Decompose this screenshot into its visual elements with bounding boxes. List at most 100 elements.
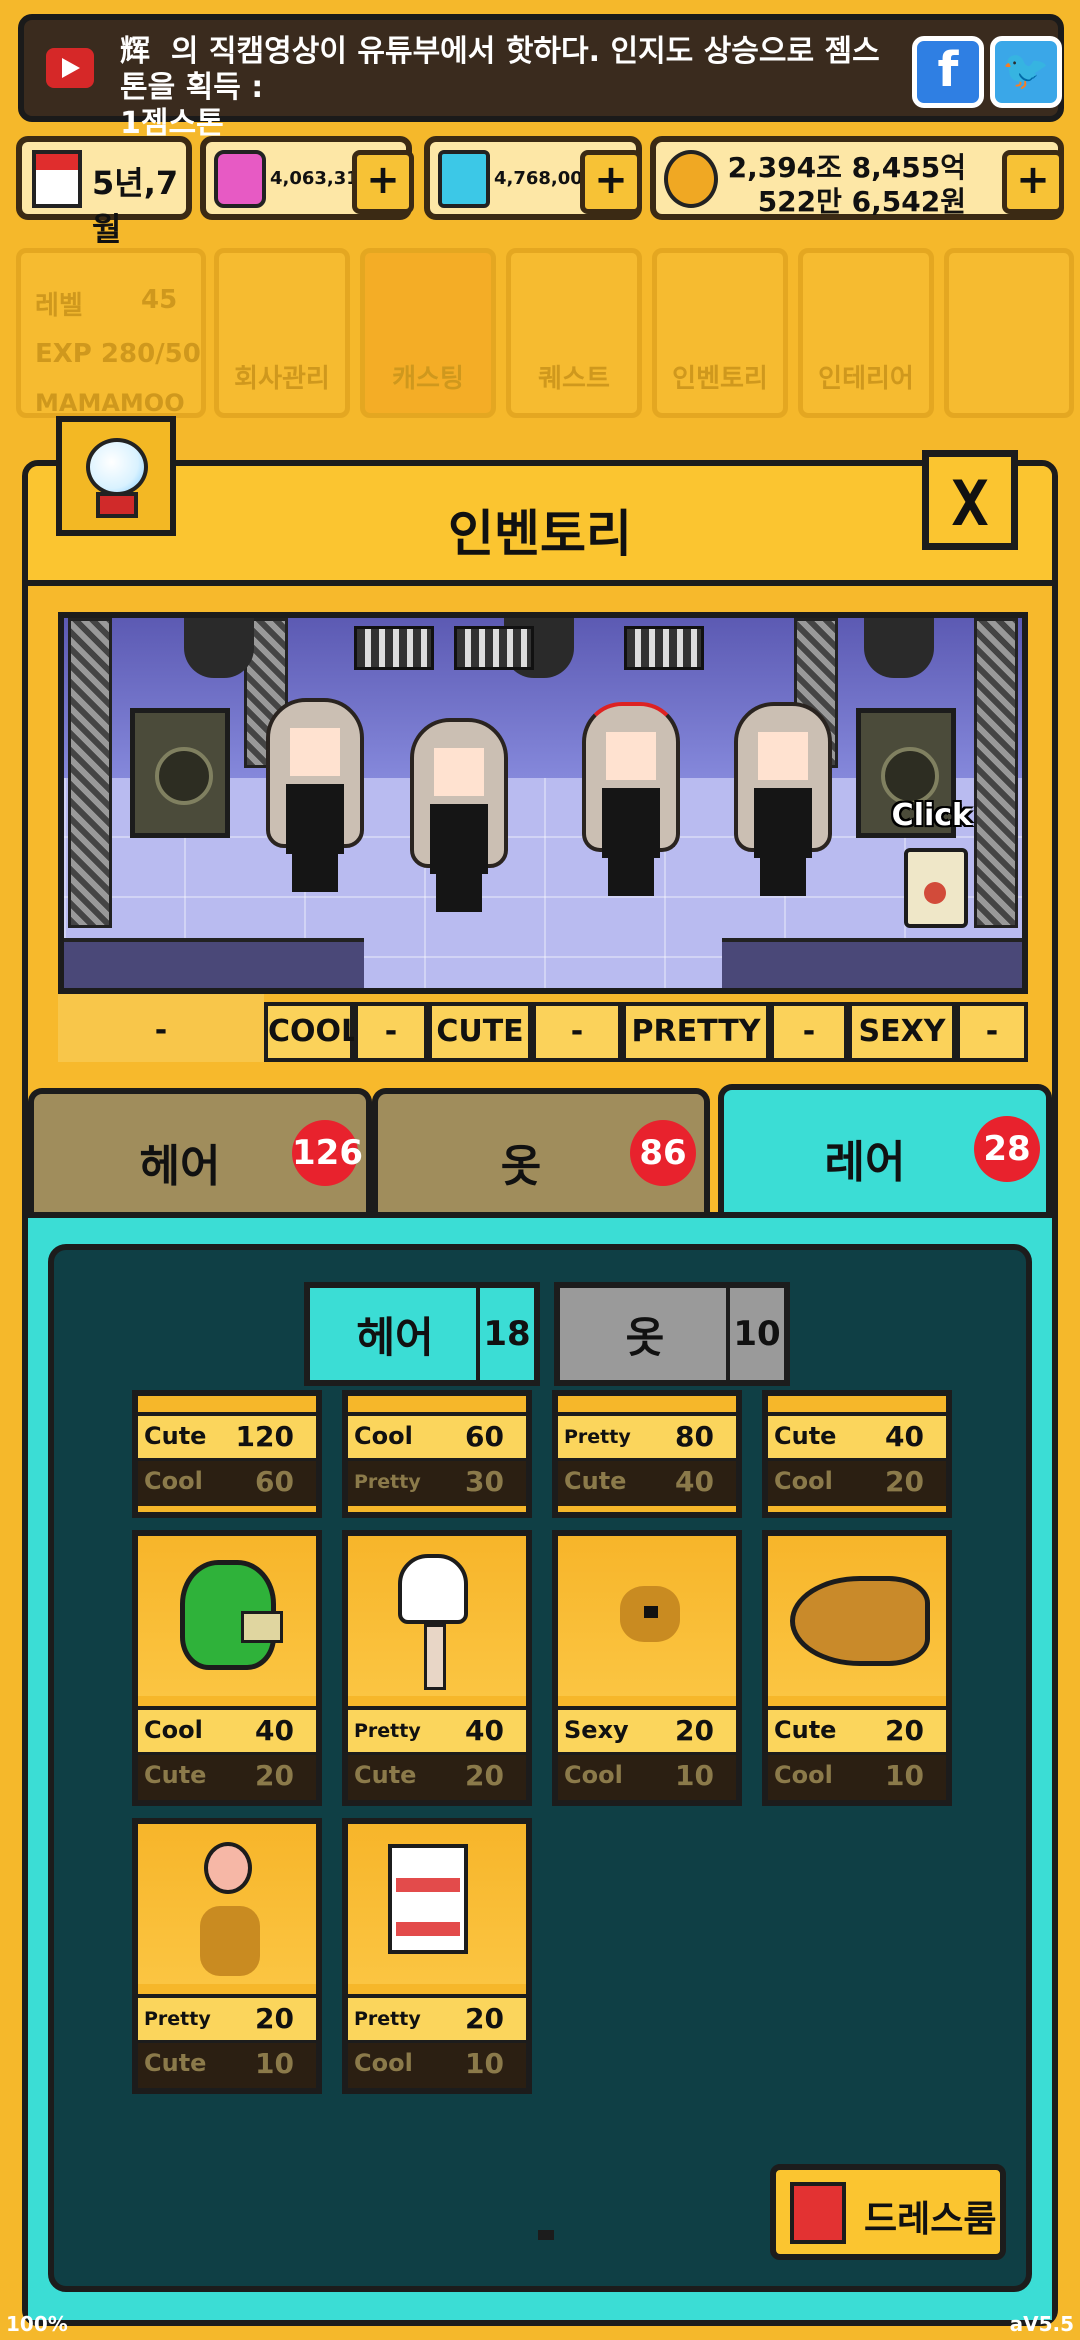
menu-inventory: 인벤토리 <box>652 248 788 418</box>
menu-quest-label: 퀘스트 <box>538 364 610 394</box>
menu-interior-label: 인테리어 <box>818 364 914 394</box>
stat-value: 40 <box>675 1465 714 1498</box>
stat-value: 40 <box>885 1420 924 1453</box>
news-line-1: 의 직캠영상이 유튜부에서 핫하다. 인지도 상승으로 젬스톤을 획득 : <box>120 34 880 105</box>
item-art <box>768 1536 946 1696</box>
primary-stat: Cute 20 <box>768 1706 946 1752</box>
add-blue-gem-button[interactable]: + <box>580 150 642 214</box>
stat-value: 20 <box>885 1465 924 1498</box>
item-card[interactable]: Cute 20 Cool 10 <box>762 1530 952 1806</box>
stat-name: Pretty <box>354 2008 421 2030</box>
item-card[interactable]: Pretty 20 Cool 10 <box>342 1818 532 2094</box>
light-panel-icon <box>354 626 434 670</box>
twitter-button[interactable]: 🐦 <box>990 36 1062 108</box>
stat-value: 40 <box>255 1714 294 1747</box>
item-card[interactable]: Cute 40 Cool 20 <box>762 1390 952 1518</box>
subtab-hair[interactable]: 헤어 18 <box>304 1282 540 1386</box>
stat-value: 20 <box>675 1714 714 1747</box>
primary-stat: Cool 40 <box>138 1706 316 1752</box>
primary-stat: Pretty 20 <box>138 1994 316 2040</box>
stat-name: Pretty <box>144 2008 211 2030</box>
news-badge-char: 辉 <box>120 34 150 69</box>
click-bag-icon[interactable] <box>904 848 968 928</box>
add-pink-gem-button[interactable]: + <box>352 150 414 214</box>
version-label: aV5.5 <box>1009 2312 1074 2336</box>
stat-value: 60 <box>255 1465 294 1498</box>
stat-value: 120 <box>235 1420 294 1453</box>
item-card[interactable]: Cute 120 Cool 60 <box>132 1390 322 1518</box>
stat-name: Cute <box>144 2049 207 2077</box>
menu-interior: 인테리어 <box>798 248 934 418</box>
stat-sexy-label: SEXY <box>848 1002 956 1062</box>
click-label: Click <box>891 798 972 833</box>
subtab-clothes[interactable]: 옷 10 <box>554 1282 790 1386</box>
item-card[interactable]: Sexy 20 Cool 10 <box>552 1530 742 1806</box>
stat-name: Cute <box>774 1422 837 1450</box>
dressroom-button[interactable]: 드레스룸 <box>770 2164 1006 2260</box>
stat-name: Cute <box>144 1761 207 1789</box>
close-icon: X <box>951 467 989 540</box>
member-1-sprite <box>260 698 370 898</box>
left-truss-icon <box>68 618 112 928</box>
date-display: 5년,7월 <box>16 136 192 248</box>
stat-name: Pretty <box>354 1720 421 1742</box>
exp-label: EXP 280/50 <box>35 339 201 369</box>
secondary-stat: Cute 20 <box>348 1752 526 1800</box>
stat-value: 10 <box>675 1759 714 1792</box>
stat-cool-value: - <box>354 1002 428 1062</box>
item-card[interactable]: Cool 60 Pretty 30 <box>342 1390 532 1518</box>
stat-value: 10 <box>885 1759 924 1792</box>
item-card[interactable]: Pretty 40 Cute 20 <box>342 1530 532 1806</box>
item-art <box>348 1824 526 1984</box>
level-label: 레벨 <box>35 291 83 321</box>
stat-name: Cool <box>774 1761 833 1789</box>
facebook-icon: f <box>937 42 959 98</box>
stat-pretty-label: PRETTY <box>622 1002 770 1062</box>
tab-rare[interactable]: 레어 28 <box>718 1084 1052 1218</box>
tab-rare-count: 28 <box>974 1116 1040 1182</box>
youtube-icon <box>46 48 94 88</box>
member-2-sprite <box>404 718 514 918</box>
stat-value: 80 <box>675 1420 714 1453</box>
item-card[interactable]: Pretty 80 Cute 40 <box>552 1390 742 1518</box>
tab-clothes[interactable]: 옷 86 <box>372 1088 710 1216</box>
stat-value: 20 <box>465 2002 504 2035</box>
facebook-button[interactable]: f <box>912 36 984 108</box>
subtab-clothes-count: 10 <box>726 1288 784 1380</box>
stage-edge <box>64 938 364 988</box>
stat-name: Cool <box>564 1761 623 1789</box>
group-name: MAMAMOO <box>35 389 185 417</box>
right-truss-icon <box>974 618 1018 928</box>
news-banner[interactable]: 辉 의 직캠영상이 유튜부에서 핫하다. 인지도 상승으로 젬스톤을 획득 : … <box>18 14 1064 141</box>
coin-icon <box>664 150 718 208</box>
stat-name: Cute <box>564 1467 627 1495</box>
menu-company-label: 회사관리 <box>234 364 330 394</box>
stat-name: Cool <box>354 1422 413 1450</box>
stat-value: 10 <box>465 2047 504 2080</box>
menu-inventory-label: 인벤토리 <box>672 364 768 394</box>
taiyaki-icon <box>790 1576 930 1666</box>
dinosaur-head-icon <box>180 1560 283 1670</box>
secondary-stat: Cool 10 <box>768 1752 946 1800</box>
stat-name: Cool <box>774 1467 833 1495</box>
stat-cute-label: CUTE <box>428 1002 532 1062</box>
date-text: 5년,7월 <box>92 164 179 248</box>
item-card[interactable]: Pretty 20 Cute 10 <box>132 1818 322 2094</box>
item-card[interactable]: Cool 40 Cute 20 <box>132 1530 322 1806</box>
menu-casting-label: 캐스팅 <box>392 364 464 394</box>
peach-icon <box>200 1842 260 1976</box>
stat-value: 20 <box>885 1714 924 1747</box>
background-main-menu: 레벨 45 EXP 280/50 MAMAMOO 회사관리 캐스팅 퀘스트 인벤… <box>0 248 1080 418</box>
tab-hair-label: 헤어 <box>139 1141 221 1192</box>
tab-hair[interactable]: 헤어 126 <box>28 1088 372 1216</box>
secondary-stat: Cute 40 <box>558 1458 736 1506</box>
twitter-icon: 🐦 <box>1002 48 1050 92</box>
close-button[interactable]: X <box>922 450 1018 550</box>
add-money-button[interactable]: + <box>1002 150 1064 214</box>
pink-gem-icon <box>214 150 266 208</box>
gacha-machine-icon[interactable] <box>56 416 176 536</box>
secondary-stat: Cute 20 <box>138 1752 316 1800</box>
stat-name: Pretty <box>354 1471 421 1493</box>
dot-icon <box>620 1586 680 1642</box>
news-text: 辉 의 직캠영상이 유튜부에서 핫하다. 인지도 상승으로 젬스톤을 획득 : … <box>120 34 900 142</box>
